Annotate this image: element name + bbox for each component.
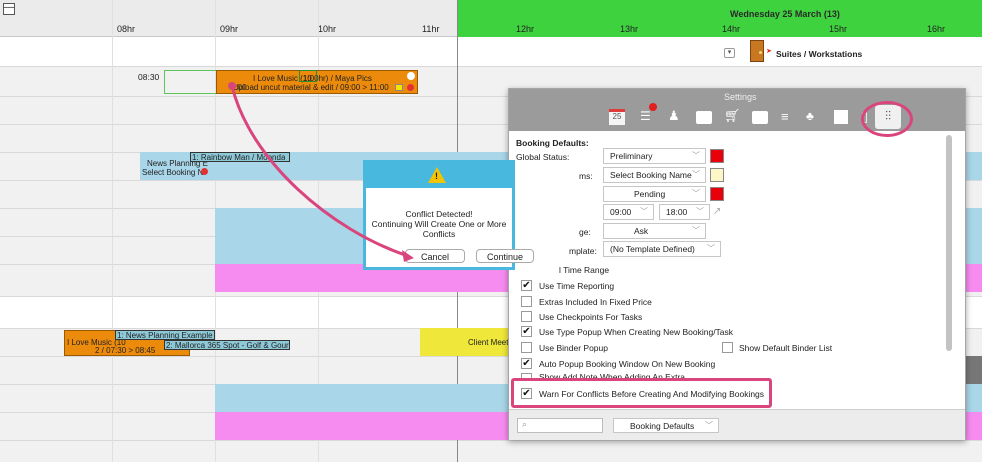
annotation-arrow	[228, 82, 414, 262]
calendar-app: — 08hr 09hr 10hr 11hr Wednesday 25 March…	[0, 0, 982, 462]
